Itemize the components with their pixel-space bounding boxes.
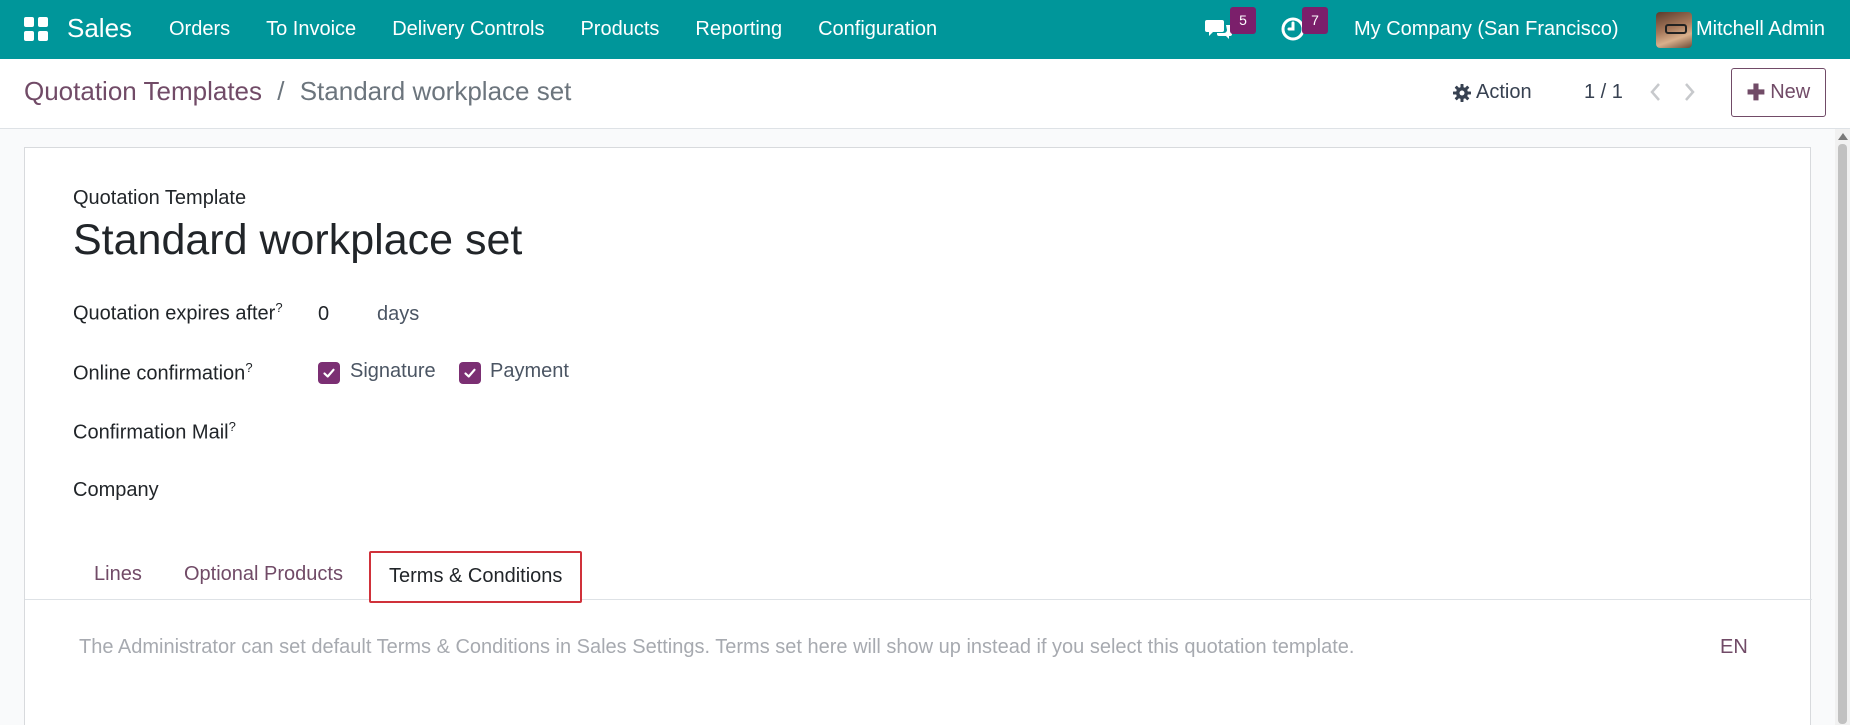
breadcrumb-quotation-templates[interactable]: Quotation Templates xyxy=(24,76,262,106)
chevron-right-icon xyxy=(1685,83,1695,101)
terms-placeholder[interactable]: The Administrator can set default Terms … xyxy=(79,636,1354,659)
expires-value-input[interactable]: 0 xyxy=(318,303,329,326)
action-label: Action xyxy=(1476,81,1532,103)
pager-next-button[interactable] xyxy=(1678,79,1700,105)
help-mark[interactable]: ? xyxy=(245,360,252,375)
expires-unit: days xyxy=(377,303,420,325)
company-label: Company xyxy=(73,479,159,501)
company-switcher[interactable]: My Company (San Francisco) xyxy=(1354,0,1619,58)
scrollbar[interactable] xyxy=(1835,129,1850,725)
main-menu: Orders To Invoice Delivery Controls Prod… xyxy=(151,0,955,59)
online-confirmation-label-text: Online confirmation xyxy=(73,362,246,385)
top-navbar: Sales Orders To Invoice Delivery Control… xyxy=(0,0,1850,59)
avatar xyxy=(1656,11,1692,48)
payment-label[interactable]: Payment xyxy=(490,360,569,383)
control-panel: Quotation Templates / Standard workplace… xyxy=(0,59,1850,129)
scrollbar-thumb[interactable] xyxy=(1838,144,1847,724)
expires-label: Quotation expires after? xyxy=(73,300,283,326)
apps-grid-icon[interactable] xyxy=(24,17,48,41)
notebook-tabs: Lines Optional Products Terms & Conditio… xyxy=(25,551,1812,603)
help-mark[interactable]: ? xyxy=(275,300,282,315)
confirmation-mail-label-text: Confirmation Mail xyxy=(73,421,229,444)
check-icon xyxy=(464,368,476,378)
chat-bubbles-icon xyxy=(1205,20,1232,39)
app-name[interactable]: Sales xyxy=(67,13,132,44)
help-mark[interactable]: ? xyxy=(229,419,236,434)
breadcrumb: Quotation Templates / Standard workplace… xyxy=(24,76,571,107)
expires-label-text: Quotation expires after xyxy=(73,302,276,325)
template-name-field[interactable]: Standard workplace set xyxy=(73,216,522,265)
pager-previous-button[interactable] xyxy=(1645,79,1667,105)
chevron-left-icon xyxy=(1650,83,1660,101)
activities-count-badge: 7 xyxy=(1302,7,1328,34)
tab-optional-products[interactable]: Optional Products xyxy=(166,551,361,600)
menu-delivery-controls[interactable]: Delivery Controls xyxy=(374,0,562,59)
plus-icon: ✚ xyxy=(1746,79,1766,105)
breadcrumb-separator: / xyxy=(277,76,285,106)
signature-label[interactable]: Signature xyxy=(350,360,436,383)
company-field[interactable] xyxy=(318,474,718,508)
activities-button[interactable]: 7 xyxy=(1280,0,1340,59)
messages-count-badge: 5 xyxy=(1230,7,1256,34)
menu-reporting[interactable]: Reporting xyxy=(677,0,800,59)
payment-checkbox[interactable] xyxy=(459,362,481,384)
new-button[interactable]: ✚ New xyxy=(1731,68,1826,117)
gear-icon xyxy=(1453,83,1471,102)
form-sheet: Quotation Template Standard workplace se… xyxy=(24,147,1812,725)
new-button-label: New xyxy=(1770,81,1811,103)
messages-button[interactable]: 5 xyxy=(1205,0,1265,59)
language-button[interactable]: EN xyxy=(1720,636,1748,659)
check-icon xyxy=(323,368,335,378)
confirmation-mail-field[interactable] xyxy=(318,414,718,448)
tab-terms-conditions[interactable]: Terms & Conditions xyxy=(369,551,583,603)
menu-orders[interactable]: Orders xyxy=(151,0,248,59)
menu-to-invoice[interactable]: To Invoice xyxy=(248,0,374,59)
confirmation-mail-label: Confirmation Mail? xyxy=(73,419,236,445)
user-name: Mitchell Admin xyxy=(1696,18,1825,40)
menu-products[interactable]: Products xyxy=(562,0,677,59)
template-label: Quotation Template xyxy=(73,187,247,209)
online-confirmation-label: Online confirmation? xyxy=(73,360,253,386)
user-menu[interactable]: Mitchell Admin xyxy=(1656,0,1825,59)
pager-value[interactable]: 1 / 1 xyxy=(1584,81,1623,104)
scroll-up-arrow-icon[interactable] xyxy=(1838,133,1848,140)
action-button[interactable]: Action xyxy=(1452,81,1532,104)
breadcrumb-current: Standard workplace set xyxy=(299,76,572,106)
signature-checkbox[interactable] xyxy=(318,362,340,384)
tab-lines[interactable]: Lines xyxy=(76,551,160,600)
menu-configuration[interactable]: Configuration xyxy=(800,0,955,59)
